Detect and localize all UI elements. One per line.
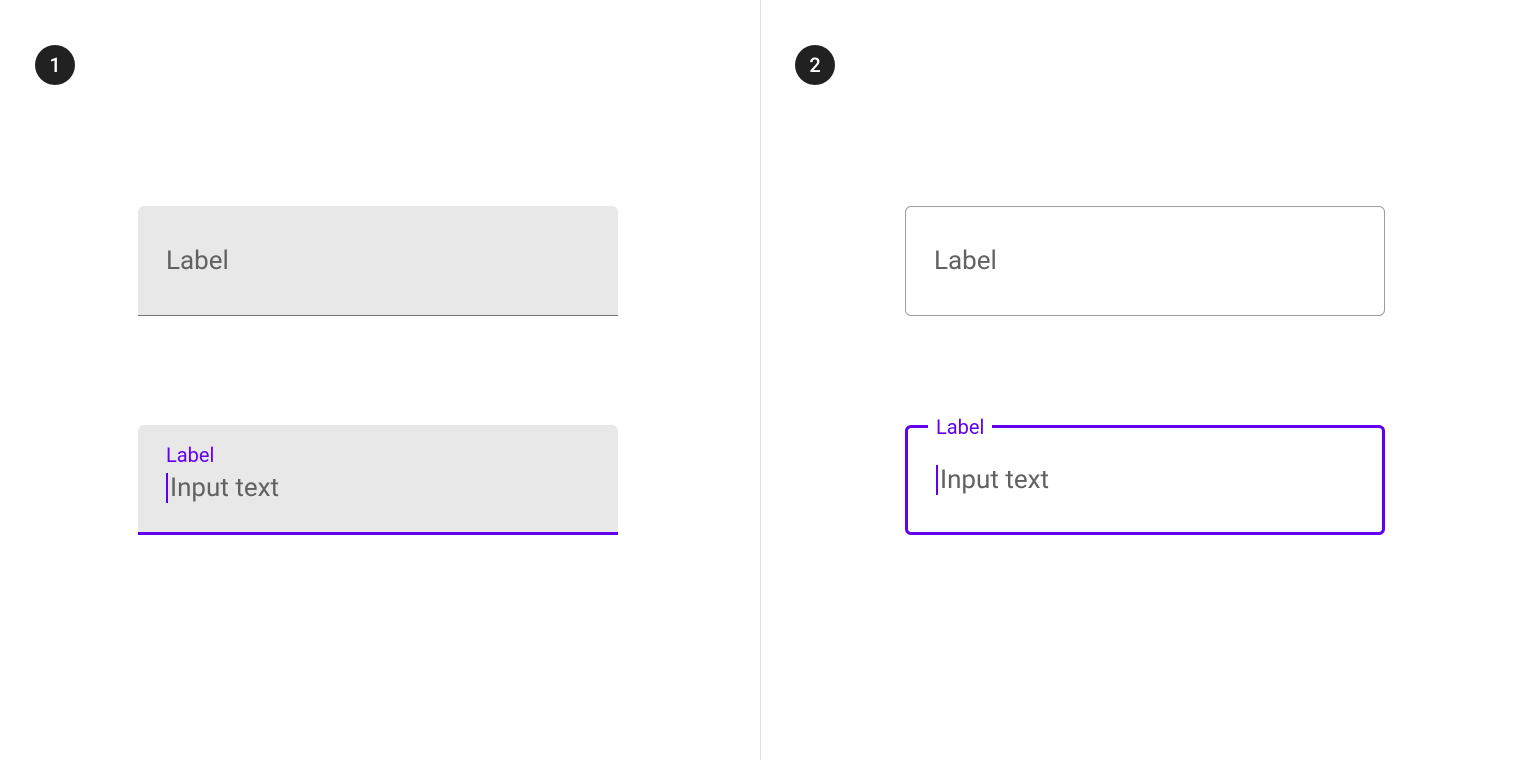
outlined-focused-placeholder: Input text	[940, 465, 1049, 495]
filled-textfield-focused[interactable]: Label Input text	[138, 425, 618, 535]
filled-textfield-inactive[interactable]: Label	[138, 206, 618, 316]
text-cursor-icon	[166, 473, 168, 503]
filled-focused-placeholder: Input text	[170, 473, 279, 503]
vertical-divider	[760, 0, 761, 760]
panel-badge-1-text: 1	[49, 53, 60, 77]
outlined-textfield-focused[interactable]: Label Input text	[905, 425, 1385, 535]
outlined-inactive-label: Label	[934, 246, 997, 276]
outlined-focused-label: Label	[928, 415, 992, 439]
filled-inactive-label: Label	[166, 246, 229, 276]
outlined-focused-input-row: Input text	[936, 465, 1049, 495]
panel-badge-2-text: 2	[809, 53, 820, 77]
panel-badge-2: 2	[795, 45, 835, 85]
text-cursor-icon	[936, 465, 938, 495]
outlined-textfield-inactive[interactable]: Label	[905, 206, 1385, 316]
filled-focused-input-row: Input text	[166, 473, 618, 503]
panel-badge-1: 1	[35, 45, 75, 85]
filled-focused-label: Label	[166, 443, 618, 467]
